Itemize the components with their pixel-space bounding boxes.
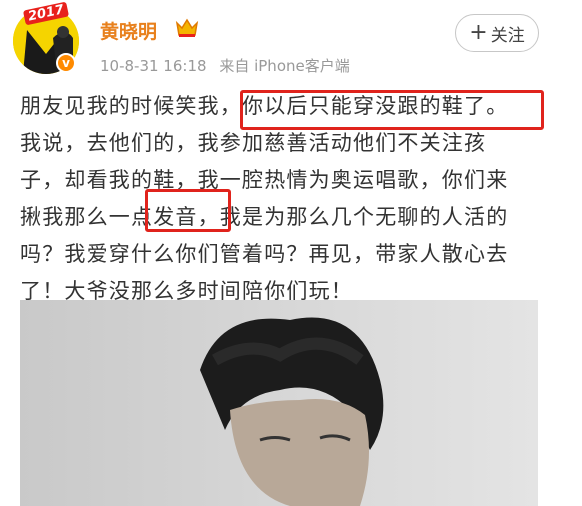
post-line: 我说，去他们的，我参加慈善活动他们不关注孩	[20, 131, 487, 155]
verified-icon: v	[56, 53, 76, 73]
post-line-text: 朋友见我的时候笑我，	[20, 94, 242, 118]
highlighted-phrase: 发音	[153, 205, 198, 229]
post-line-text: ，我是为那么几个无聊的人活的	[197, 205, 509, 229]
post-line: 揪我那么一点发音，我是为那么几个无聊的人活的	[20, 199, 555, 236]
post-line: 朋友见我的时候笑我，你以后只能穿没跟的鞋了。	[20, 88, 555, 125]
post-source: 来自 iPhone客户端	[219, 57, 350, 75]
post-photo[interactable]	[20, 300, 538, 506]
plus-icon: +	[469, 20, 488, 45]
crown-icon	[175, 17, 199, 43]
post-text: 朋友见我的时候笑我，你以后只能穿没跟的鞋了。 我说，去他们的，我参加慈善活动他们…	[20, 88, 555, 310]
post-timestamp: 10-8-31 16:18	[100, 57, 207, 75]
username[interactable]: 黄晓明	[100, 17, 157, 44]
follow-button-label: 关注	[490, 25, 525, 46]
post-line: 子，却看我的鞋，我一腔热情为奥运唱歌，你们来	[20, 168, 509, 192]
post-meta: 10-8-31 16:18 来自 iPhone客户端	[100, 55, 350, 76]
post-line: 吗？我爱穿什么你们管着吗？再见，带家人散心去	[20, 242, 509, 266]
highlighted-phrase: 你以后只能穿没跟的鞋了。	[242, 94, 509, 118]
follow-button[interactable]: + 关注	[455, 14, 539, 52]
post-line-text: 揪我那么一点	[20, 205, 154, 229]
portrait-image	[20, 300, 538, 506]
